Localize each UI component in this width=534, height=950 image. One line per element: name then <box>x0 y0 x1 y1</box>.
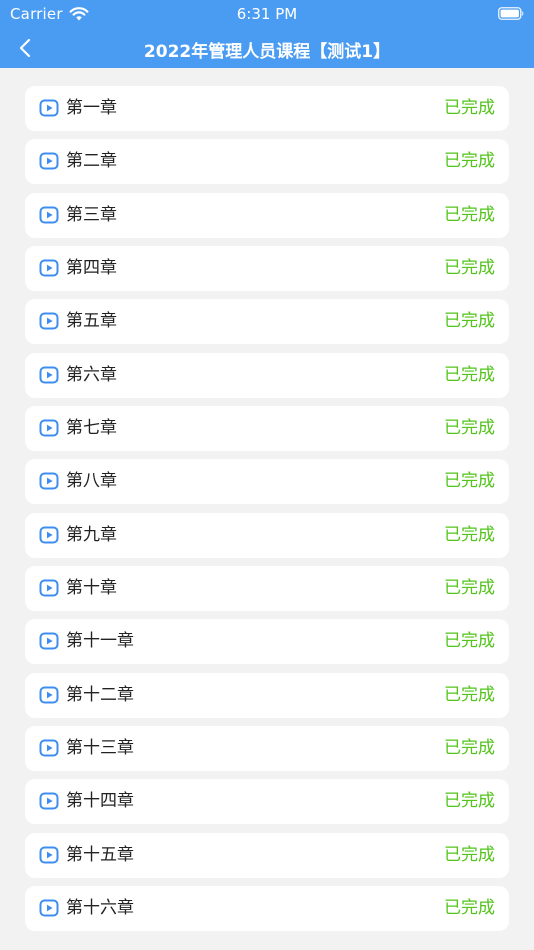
chapter-title: 第十四章 <box>66 791 134 812</box>
chapter-title: 第十二章 <box>66 684 134 705</box>
battery-icon <box>498 7 524 20</box>
chapter-title: 第六章 <box>66 364 117 385</box>
chapter-status: 已完成 <box>444 631 495 652</box>
chapter-row-11[interactable]: 第十一章 已完成 <box>25 619 509 665</box>
video-play-icon <box>39 206 59 224</box>
chapter-status: 已完成 <box>444 204 495 225</box>
video-play-icon <box>39 899 59 917</box>
video-play-icon <box>39 472 59 490</box>
chapter-row-10[interactable]: 第十章 已完成 <box>25 565 509 611</box>
video-play-icon <box>39 366 59 384</box>
video-play-icon <box>39 846 59 864</box>
chapter-status: 已完成 <box>444 844 495 865</box>
video-play-icon <box>39 419 59 437</box>
chapter-title: 第一章 <box>66 98 117 118</box>
back-button[interactable] <box>12 34 40 62</box>
chapter-title: 第七章 <box>66 417 117 438</box>
chapter-status: 已完成 <box>444 257 495 278</box>
chapter-title: 第十五章 <box>66 844 134 865</box>
chapter-row-13[interactable]: 第十三章 已完成 <box>25 725 509 771</box>
video-play-icon <box>39 792 59 810</box>
chapter-status: 已完成 <box>444 577 495 598</box>
chevron-left-icon <box>19 38 31 58</box>
navigation-bar: 2022年管理人员课程【测试1】 <box>0 28 534 68</box>
chapter-status: 已完成 <box>444 684 495 705</box>
chapter-status: 已完成 <box>444 151 495 172</box>
status-bar: Carrier 6:31 PM <box>0 0 534 28</box>
chapter-title: 第九章 <box>66 524 117 545</box>
video-play-icon <box>39 686 59 704</box>
video-play-icon <box>39 99 59 117</box>
chapter-row-15[interactable]: 第十五章 已完成 <box>25 832 509 878</box>
chapter-row-7[interactable]: 第七章 已完成 <box>25 405 509 451</box>
chapter-status: 已完成 <box>444 98 495 118</box>
status-time: 6:31 PM <box>236 5 298 23</box>
chapter-title: 第三章 <box>66 204 117 225</box>
chapter-status: 已完成 <box>444 364 495 385</box>
chapter-row-5[interactable]: 第五章 已完成 <box>25 299 509 345</box>
chapter-status: 已完成 <box>444 524 495 545</box>
chapter-row-12[interactable]: 第十二章 已完成 <box>25 672 509 718</box>
video-play-icon <box>39 579 59 597</box>
chapter-row-14[interactable]: 第十四章 已完成 <box>25 779 509 825</box>
chapter-title: 第十六章 <box>66 897 134 918</box>
chapter-row-16[interactable]: 第十六章 已完成 <box>25 885 509 931</box>
app-header: Carrier 6:31 PM 2022年管理人员课程【测试1】 <box>0 0 534 68</box>
chapter-title: 第十一章 <box>66 631 134 652</box>
chapter-title: 第二章 <box>66 151 117 172</box>
chapter-status: 已完成 <box>444 791 495 812</box>
chapter-title: 第十三章 <box>66 737 134 758</box>
chapter-status: 已完成 <box>444 471 495 492</box>
chapter-title: 第十章 <box>66 577 117 598</box>
chapter-row-9[interactable]: 第九章 已完成 <box>25 512 509 558</box>
video-play-icon <box>39 632 59 650</box>
video-play-icon <box>39 739 59 757</box>
chapter-status: 已完成 <box>444 897 495 918</box>
chapter-row-4[interactable]: 第四章 已完成 <box>25 245 509 291</box>
chapter-row-8[interactable]: 第八章 已完成 <box>25 459 509 505</box>
video-play-icon <box>39 312 59 330</box>
chapter-title: 第四章 <box>66 257 117 278</box>
chapter-title: 第五章 <box>66 311 117 332</box>
page-title: 2022年管理人员课程【测试1】 <box>143 42 391 62</box>
chapter-title: 第八章 <box>66 471 117 492</box>
chapter-status: 已完成 <box>444 417 495 438</box>
chapter-row-6[interactable]: 第六章 已完成 <box>25 352 509 398</box>
chapter-row-3[interactable]: 第三章 已完成 <box>25 192 509 238</box>
chapter-list: 第一章 已完成 第二章 已完成 第三章 已完成 第四章 已完成 第五章 已完成 <box>25 86 509 939</box>
video-play-icon <box>39 152 59 170</box>
chapter-status: 已完成 <box>444 311 495 332</box>
video-play-icon <box>39 526 59 544</box>
chapter-status: 已完成 <box>444 737 495 758</box>
video-play-icon <box>39 259 59 277</box>
chapter-row-2[interactable]: 第二章 已完成 <box>25 139 509 185</box>
chapter-row-1[interactable]: 第一章 已完成 <box>25 86 509 131</box>
